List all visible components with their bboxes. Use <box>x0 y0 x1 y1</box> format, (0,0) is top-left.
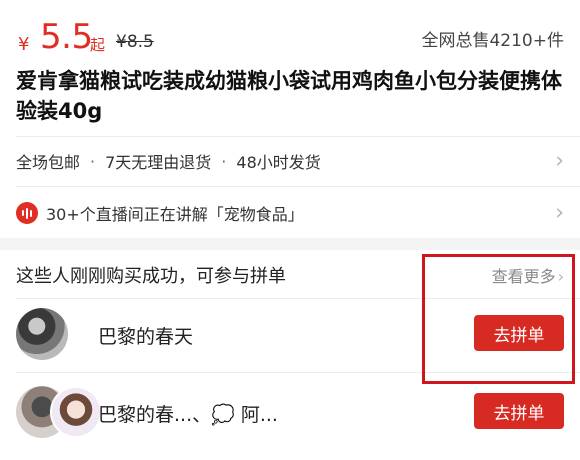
divider <box>16 186 580 187</box>
chevron-right-icon[interactable]: › <box>555 149 564 174</box>
price-suffix: 起 <box>90 36 106 54</box>
service-item-shipping-time: 48小时发货 <box>236 153 321 172</box>
group-buy-title: 这些人刚刚购买成功，可参与拼单 <box>16 266 286 287</box>
separator-dot: · <box>221 151 227 171</box>
service-item-free-shipping: 全场包邮 <box>16 153 81 172</box>
current-price: 5.5 <box>40 17 93 57</box>
live-text: 30+个直播间正在讲解「宠物食品」 <box>46 205 304 224</box>
buyer-name: 巴黎的春...、💭 阿... <box>98 404 278 426</box>
join-group-button[interactable]: 去拼单 <box>474 393 564 429</box>
buyer-row: 巴黎的春...、💭 阿... 去拼单 <box>16 382 564 442</box>
service-row[interactable]: 全场包邮 · 7天无理由退货 · 48小时发货 › <box>16 140 564 182</box>
section-gap <box>0 238 580 250</box>
original-price: ¥8.5 <box>116 32 154 52</box>
avatar <box>50 386 102 438</box>
service-item-returns: 7天无理由退货 <box>105 153 212 172</box>
price-row: ¥ 5.5 起 ¥8.5 全网总售4210+件 <box>16 16 564 56</box>
separator-dot: · <box>90 151 96 171</box>
live-broadcast-icon <box>16 202 38 224</box>
live-row[interactable]: 30+个直播间正在讲解「宠物食品」 › <box>16 192 564 234</box>
divider <box>16 136 580 137</box>
sold-count: 全网总售4210+件 <box>421 31 564 51</box>
currency-symbol: ¥ <box>18 34 30 55</box>
product-title: 爱肯拿猫粮试吃装成幼猫粮小袋试用鸡肉鱼小包分装便携体验装40g <box>16 69 562 123</box>
buyer-name: 巴黎的春天 <box>98 326 194 348</box>
avatar <box>16 308 68 360</box>
chevron-right-icon[interactable]: › <box>555 201 564 226</box>
highlight-box <box>422 254 575 384</box>
